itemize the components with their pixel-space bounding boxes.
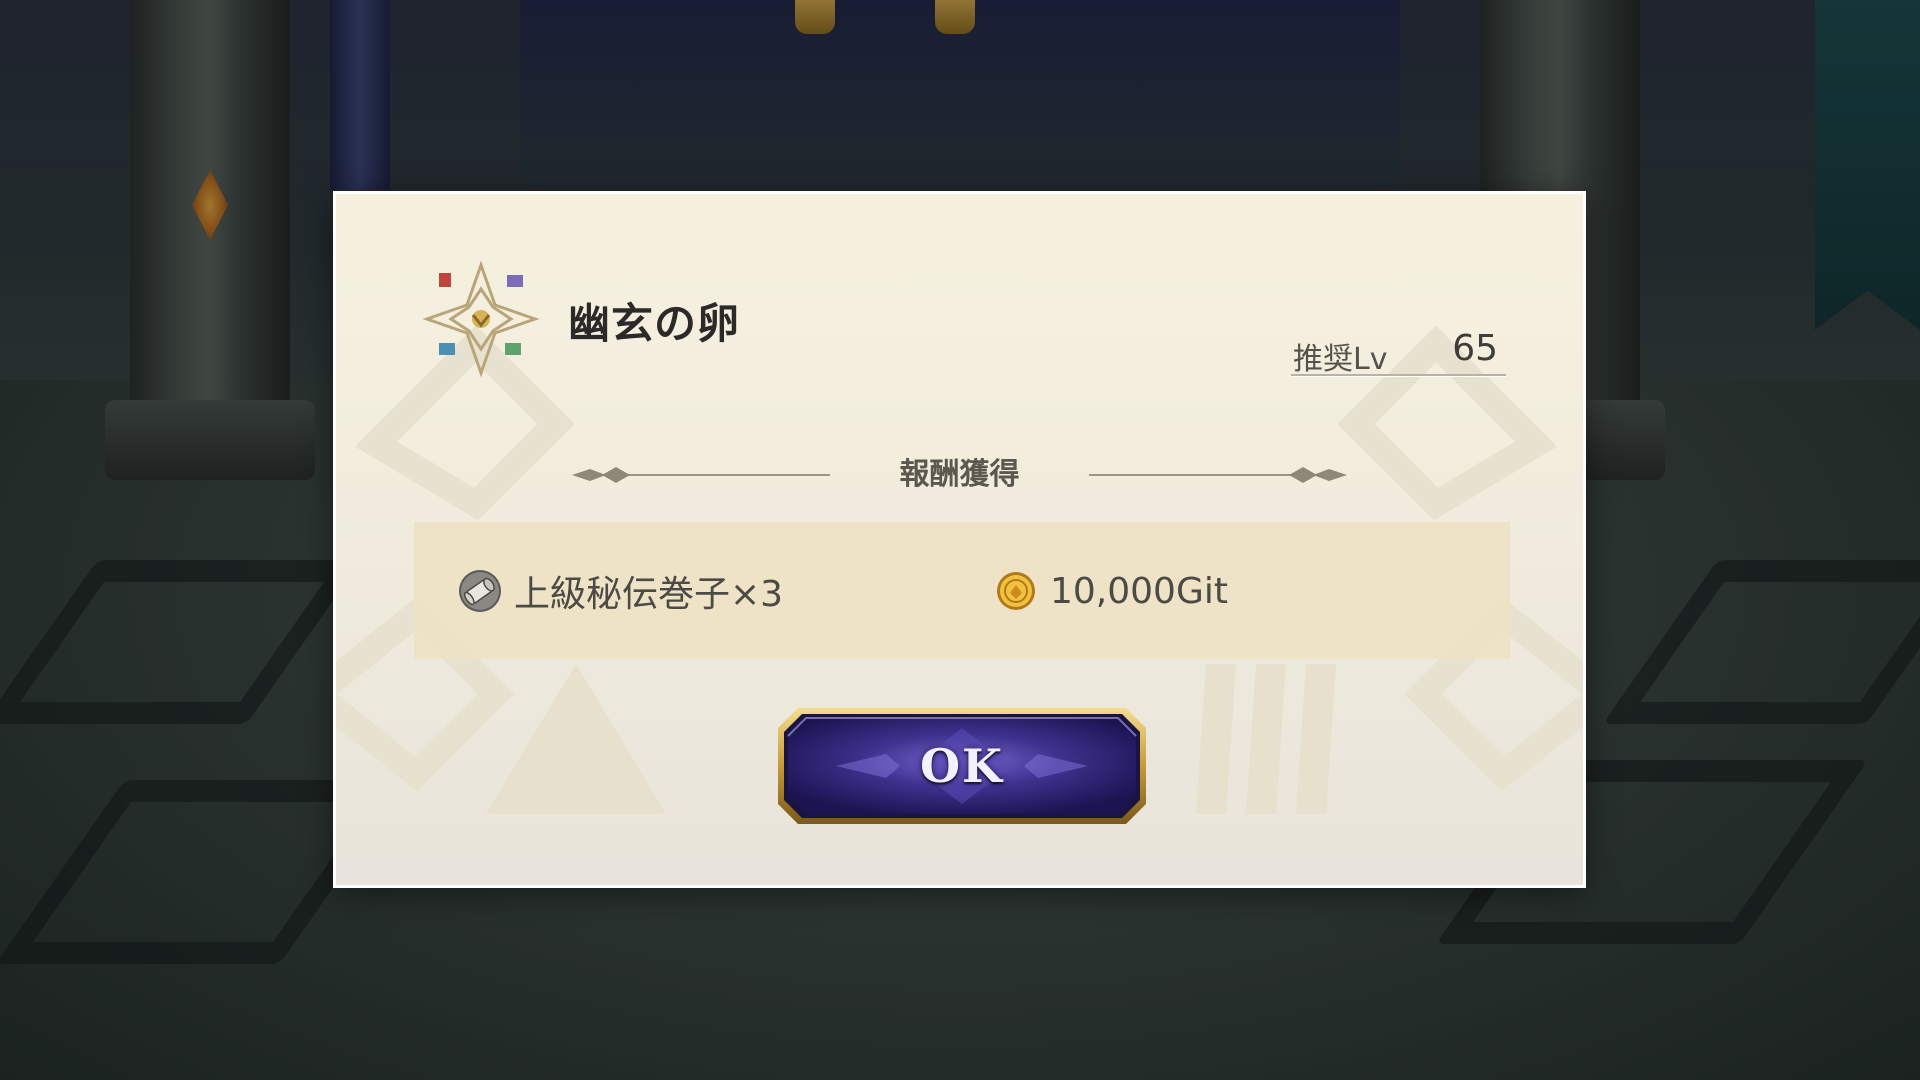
- reward-item: 上級秘伝巻子×3: [458, 566, 783, 616]
- section-title: 報酬獲得: [899, 457, 1020, 492]
- recommended-level: 推奨Lv 65: [1291, 328, 1506, 377]
- reward-item-label: 上級秘伝巻子×3: [514, 574, 784, 615]
- reward-list: 上級秘伝巻子×3 10,000Git: [414, 522, 1510, 659]
- quest-crest-icon: [422, 260, 540, 378]
- reward-dialog: 幽玄の卵 推奨Lv 65 報酬獲得 上級秘伝巻子×3 10,000Git OK: [333, 191, 1586, 888]
- gold-coin-icon: [997, 572, 1035, 610]
- section-header: 報酬獲得: [336, 450, 1583, 500]
- ornament-divider-right: [1089, 467, 1347, 483]
- recommended-level-label: 推奨Lv: [1293, 342, 1388, 377]
- reward-item-label: 10,000Git: [1050, 570, 1228, 612]
- dialog-title: 幽玄の卵: [568, 299, 741, 348]
- ok-button-label[interactable]: OK: [776, 706, 1148, 826]
- scroll-icon: [459, 570, 501, 612]
- recommended-level-value: 65: [1452, 328, 1498, 369]
- ok-button[interactable]: OK: [776, 706, 1148, 826]
- reward-item: 10,000Git: [994, 566, 1228, 616]
